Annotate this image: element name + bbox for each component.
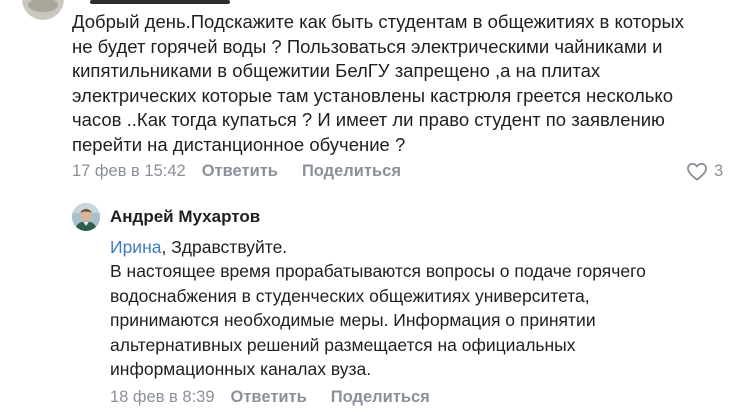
like-button[interactable]: 3 [686, 162, 723, 181]
person-avatar-icon [72, 203, 100, 231]
commenter-avatar[interactable] [22, 0, 64, 20]
comment-meta: 17 фев в 15:42 Ответить Поделиться [72, 162, 425, 181]
comment-date[interactable]: 17 фев в 15:42 [72, 162, 186, 181]
reply-author-name[interactable]: Андрей Мухартов [110, 207, 260, 227]
mention-link[interactable]: Ирина [110, 237, 161, 257]
commenter-name-cropped [90, 0, 230, 4]
reply-body: Ирина, Здравствуйте. В настоящее время п… [110, 235, 720, 381]
heart-outline-icon [687, 162, 707, 181]
like-count: 3 [714, 162, 724, 180]
reply-greeting-line: Ирина, Здравствуйте. [110, 235, 720, 259]
reply-text: В настоящее время прорабатываются вопрос… [110, 261, 646, 380]
reply-date[interactable]: 18 фев в 8:39 [110, 388, 215, 407]
reply-button[interactable]: Ответить [202, 162, 278, 181]
reply-author-avatar[interactable] [72, 203, 100, 231]
reply-meta: 18 фев в 8:39 Ответить Поделиться [110, 388, 454, 407]
comment-text: Добрый день.Подскажите как быть студента… [72, 11, 685, 155]
share-button[interactable]: Поделиться [302, 162, 401, 181]
reply-share-button[interactable]: Поделиться [331, 388, 430, 407]
reply-reply-button[interactable]: Ответить [231, 388, 307, 407]
reply-greeting: , Здравствуйте. [161, 237, 288, 257]
